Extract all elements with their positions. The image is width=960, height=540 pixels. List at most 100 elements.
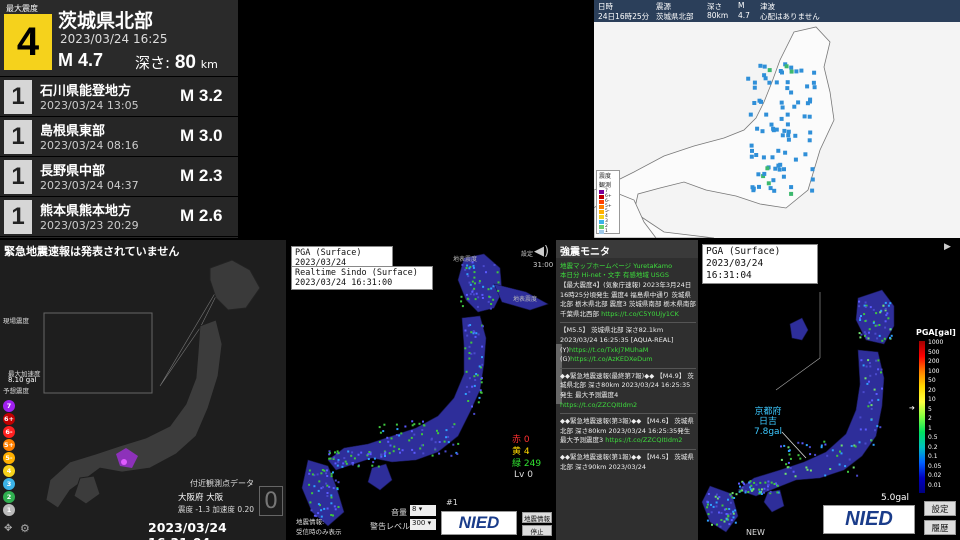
- station-marker: [786, 137, 791, 142]
- intensity-badge: 1: [4, 200, 32, 234]
- station-marker: [328, 450, 331, 453]
- pga-label-box-large: PGA (Surface) 2023/03/24 16:31:04: [702, 244, 818, 284]
- monitor-links[interactable]: 地震マップホームページ YuretaKamo 本日分 Hi-net・文字 有感地域…: [560, 262, 696, 280]
- station-marker: [316, 473, 319, 476]
- history-row[interactable]: 1 島根県東部 2023/03/24 08:16 M 3.0: [0, 116, 238, 156]
- station-marker: [382, 430, 385, 433]
- station-marker: [758, 63, 763, 68]
- feed-item: ◆◆緊急地震速報(第1報)◆◆ 【M4.5】 茨城県北部 深さ90km 2023…: [560, 452, 694, 471]
- speaker-icon[interactable]: ◀): [534, 244, 549, 259]
- station-name: 大阪府 大阪: [178, 493, 224, 503]
- feed-list: 【最大震度4】(気象庁速報) 2023年3月24日16時25分頃発生 震度4 福…: [560, 281, 696, 472]
- latest-earthquake[interactable]: 最大震度 4 茨城県北部 2023/03/24 16:25 M 4.7 深さ: …: [0, 0, 238, 76]
- station-marker: [758, 490, 761, 493]
- station-marker: [472, 293, 475, 296]
- history-button[interactable]: 履歴: [924, 520, 956, 535]
- station-marker: [481, 363, 484, 366]
- station-marker: [887, 317, 890, 320]
- station-marker: [860, 315, 862, 317]
- max-pga-value: 5.0gal: [881, 493, 910, 503]
- station-marker: [475, 332, 478, 335]
- station-marker: [875, 312, 878, 315]
- station-marker: [735, 493, 738, 496]
- clock-readout: 31:00: [533, 261, 554, 269]
- station-marker: [456, 453, 459, 455]
- location-icon[interactable]: ✥: [4, 523, 12, 534]
- station-marker: [844, 465, 847, 468]
- station-marker: [474, 282, 476, 285]
- station-marker: [423, 424, 426, 427]
- station-marker: [868, 380, 870, 383]
- station-marker: [878, 324, 881, 326]
- quake-info-button[interactable]: 地震情報: [522, 512, 552, 523]
- station-marker: [332, 487, 335, 490]
- station-marker: [710, 511, 713, 514]
- station-marker: [478, 282, 481, 284]
- play-icon[interactable]: ▶: [944, 242, 951, 252]
- station-marker: [746, 76, 751, 81]
- gear-icon[interactable]: ⚙: [20, 522, 30, 535]
- station-marker: [780, 105, 785, 110]
- history-row[interactable]: 2熊本県熊本地方: [0, 236, 238, 238]
- feed-item: ◆◆緊急地震速報(最終第7報)◆◆ 【M4.9】 茨城県北部 深さ80km 20…: [560, 371, 694, 409]
- station-marker: [474, 379, 477, 381]
- station-marker: [311, 492, 314, 495]
- stop-button[interactable]: 停止: [522, 525, 552, 536]
- station-marker: [769, 122, 774, 127]
- history-row[interactable]: 1 石川県能登地方 2023/03/24 13:05 M 3.2: [0, 76, 238, 116]
- station-marker: [310, 509, 313, 512]
- station-marker: [487, 288, 490, 291]
- station-marker: [771, 126, 776, 131]
- station-marker: [336, 464, 339, 467]
- alert-level-select[interactable]: 300 ▾: [410, 519, 436, 530]
- monitor-title: 強震モニタ: [556, 240, 698, 258]
- scale-tick-label: 0.05: [928, 462, 942, 470]
- level-indicator: Lv 0: [514, 470, 533, 480]
- station-marker: [870, 439, 873, 442]
- station-marker: [889, 336, 891, 339]
- settings-button[interactable]: 設定: [924, 501, 956, 516]
- station-marker: [474, 298, 477, 301]
- station-marker: [719, 525, 722, 528]
- station-marker: [820, 446, 823, 449]
- station-marker: [468, 345, 471, 348]
- station-marker: [476, 305, 479, 308]
- station-marker: [357, 453, 360, 456]
- station-marker: [368, 451, 371, 453]
- station-marker: [468, 390, 471, 393]
- station-marker: [889, 328, 892, 331]
- station-marker: [488, 295, 491, 298]
- station-marker: [854, 445, 857, 448]
- station-marker: [760, 493, 763, 495]
- scale-item: 5-: [3, 452, 15, 464]
- site-intensity-label: 現場震度: [3, 317, 29, 325]
- station-marker: [766, 488, 769, 491]
- station-marker: [478, 280, 481, 283]
- station-marker: [466, 297, 469, 300]
- history-row[interactable]: 1 熊本県熊本地方 2023/03/23 20:29 M 2.6: [0, 196, 238, 236]
- quake-time: 2023/03/24 13:05: [40, 99, 139, 112]
- station-marker: [748, 112, 753, 117]
- station-marker: [477, 333, 480, 336]
- nied-logo-large: NIED: [823, 505, 915, 534]
- station-marker: [317, 489, 320, 492]
- station-marker: [333, 505, 336, 508]
- station-marker: [814, 453, 817, 456]
- station-marker: [792, 470, 795, 473]
- station-marker: [326, 475, 329, 477]
- station-marker: [865, 365, 868, 368]
- scale-tick-label: 2: [928, 415, 932, 422]
- station-marker: [389, 444, 392, 447]
- station-marker: [410, 436, 413, 439]
- settings-link[interactable]: 設定: [521, 249, 533, 258]
- station-marker: [496, 271, 499, 274]
- station-marker: [721, 504, 724, 507]
- history-row[interactable]: 1 長野県中部 2023/03/24 04:37 M 2.3: [0, 156, 238, 196]
- station-marker: [789, 191, 794, 196]
- station-marker: [419, 447, 422, 450]
- volume-select[interactable]: 8 ▾: [410, 505, 436, 516]
- station-marker: [413, 433, 416, 436]
- station-marker: [866, 382, 869, 385]
- station-marker: [479, 391, 482, 394]
- station-marker: [326, 469, 328, 472]
